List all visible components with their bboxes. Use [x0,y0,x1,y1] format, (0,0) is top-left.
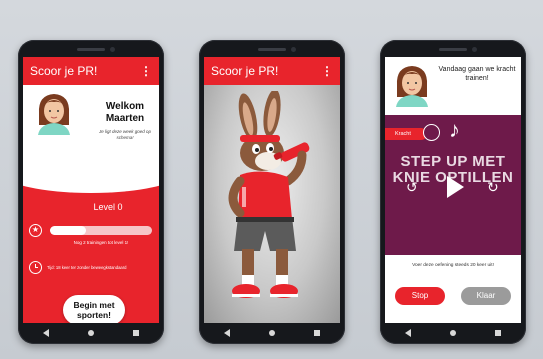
app-title: Scoor je PR! [30,64,98,78]
rabbit-mascot [228,91,310,298]
home-icon[interactable] [268,329,275,336]
speaker [77,48,105,51]
category-tag: Kracht [385,128,427,140]
play-icon[interactable] [436,170,470,204]
exercise-note: Voer deze oefening steeds 20 keer uit! [412,263,494,268]
menu-icon[interactable]: ⋮ [321,65,333,77]
music-note-icon[interactable]: ♪ [449,117,460,143]
mascot-screen: Scoor je PR! ⋮ [204,57,340,323]
time-note: Tijd: 18 keer ter zonder beweegkstandaar… [47,265,127,270]
exercise-screen: Vandaag gaan we kracht trainen! Kracht ♪… [385,57,521,323]
menu-icon[interactable]: ⋮ [140,65,152,77]
done-button[interactable]: Klaar [461,287,511,305]
level-progress-bar [50,226,152,235]
app-bar: Scoor je PR! ⋮ [23,57,159,85]
app-bar: Scoor je PR! ⋮ [204,57,340,85]
home-icon[interactable] [87,329,94,336]
speaker [258,48,286,51]
welcome-title: Welkom Maarten [105,101,145,124]
back-icon[interactable] [223,328,230,337]
phone-home: Scoor je PR! ⋮ Welkom Maarten Je ligt de… [18,40,164,344]
speaker [439,48,467,51]
kracht-figure-icon [423,124,440,141]
stop-button[interactable]: Stop [395,287,445,305]
rewind-icon[interactable]: ↺ [406,179,418,196]
home-screen: Scoor je PR! ⋮ Welkom Maarten Je ligt de… [23,57,159,323]
phone-exercise: Vandaag gaan we kracht trainen! Kracht ♪… [380,40,526,344]
avatar [396,66,428,107]
back-icon[interactable] [404,328,411,337]
level-progress-fill [50,226,86,235]
avatar [38,94,70,135]
camera [472,47,477,52]
progress-note: Nog 2 trainingen tot level 1! [73,240,129,245]
home-icon[interactable] [449,329,456,336]
android-navbar [385,325,521,340]
camera [110,47,115,52]
android-navbar [23,325,159,340]
recent-apps-icon[interactable] [133,329,140,336]
level-label: Level 0 [93,202,123,212]
panel-divider-wave [23,153,159,193]
android-navbar [204,325,340,340]
welcome-subtitle: Je ligt deze week goed op schema! [98,129,152,140]
clock-icon [29,261,42,274]
begin-button[interactable]: Begin met sporten! [63,295,125,323]
camera [291,47,296,52]
phone-mascot: Scoor je PR! ⋮ [199,40,345,344]
star-icon: ★ [29,224,42,237]
forward-icon[interactable]: ↻ [487,179,499,196]
recent-apps-icon[interactable] [495,329,502,336]
app-title: Scoor je PR! [211,64,279,78]
recent-apps-icon[interactable] [314,329,321,336]
back-icon[interactable] [42,328,49,337]
coach-speech: Vandaag gaan we kracht trainen! [438,66,516,82]
